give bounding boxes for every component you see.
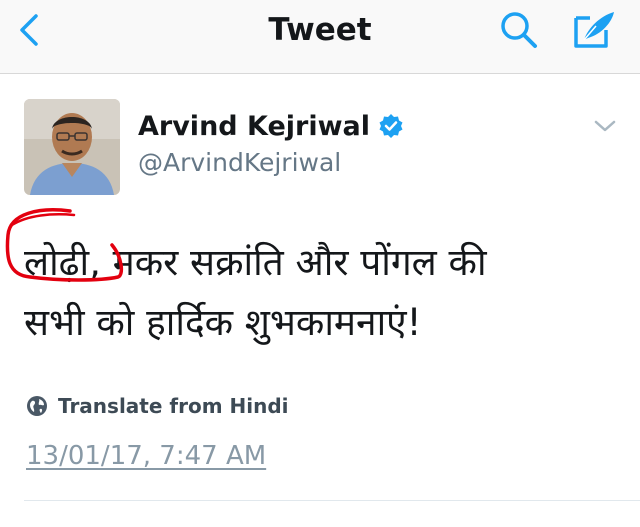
divider — [24, 500, 640, 501]
avatar[interactable] — [24, 99, 120, 195]
navigation-bar: Tweet — [0, 0, 640, 74]
circled-word: लोढ़ी, — [24, 241, 101, 284]
search-icon — [501, 12, 537, 48]
verified-badge-icon — [379, 114, 403, 138]
compose-tweet-button[interactable] — [570, 8, 618, 52]
tweet-text-line-1: लोढ़ी, मकर सक्रांति और पोंगल की — [24, 233, 624, 293]
tweet-text: लोढ़ी, मकर सक्रांति और पोंगल की सभी को ह… — [24, 233, 624, 353]
author-handle[interactable]: @ArvindKejriwal — [138, 148, 341, 177]
tweet-text-line-2: सभी को हार्दिक शुभकामनाएं! — [24, 301, 422, 344]
compose-icon — [574, 12, 614, 48]
tweet-options-button[interactable] — [590, 115, 620, 137]
translate-link[interactable]: Translate from Hindi — [26, 391, 289, 421]
author-name: Arvind Kejriwal — [138, 110, 371, 142]
chevron-down-icon — [594, 120, 616, 132]
profile-photo — [24, 99, 120, 195]
search-button[interactable] — [497, 8, 541, 52]
globe-icon — [27, 396, 47, 416]
tweet-detail: Arvind Kejriwal @ArvindKejriwal लोढ़ी, म… — [0, 75, 640, 527]
author-name-row[interactable]: Arvind Kejriwal — [138, 108, 404, 144]
tweet-text-line-1-rest: मकर सक्रांति और पोंगल की — [100, 241, 487, 284]
tweet-timestamp[interactable]: 13/01/17, 7:47 AM — [26, 441, 266, 471]
translate-label: Translate from Hindi — [58, 394, 289, 418]
page-title: Tweet — [268, 12, 372, 48]
